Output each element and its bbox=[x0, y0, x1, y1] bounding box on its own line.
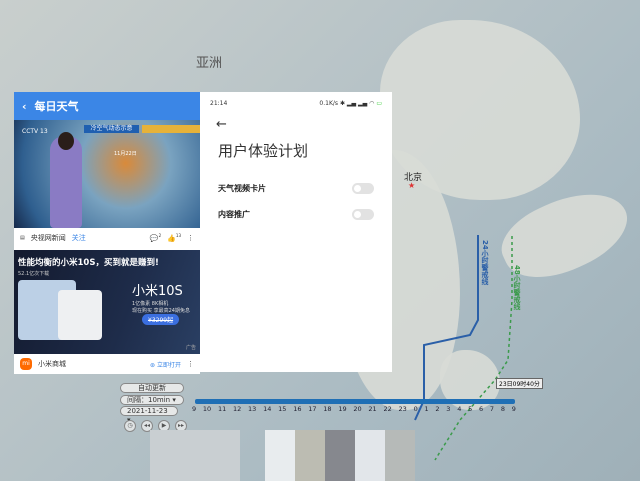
setting-label: 内容推广 bbox=[218, 209, 250, 219]
video-banner: 冷空气动态示意 bbox=[84, 125, 139, 133]
interval-value: 间隔：10min bbox=[127, 396, 171, 404]
setting-weather-video-card: 天气视频卡片 bbox=[218, 175, 374, 201]
ad-title: 性能均衡的小米10S，买到就是赚到! bbox=[18, 258, 159, 268]
setting-label: 天气视频卡片 bbox=[218, 183, 266, 193]
pixelated-block bbox=[385, 430, 415, 481]
presenter-figure bbox=[50, 132, 82, 228]
pixelated-block bbox=[150, 430, 240, 481]
source-logo-icon: ▤ bbox=[20, 235, 25, 241]
timeline-tick-label: 2 bbox=[435, 405, 440, 413]
timeline-tick-label: 3 bbox=[446, 405, 451, 413]
comment-icon[interactable]: 💬2 bbox=[150, 233, 161, 242]
ad-tag: 广告 bbox=[185, 345, 196, 351]
timeline-slider[interactable] bbox=[195, 399, 515, 404]
weather-app-screen: ‹ 每日天气 CCTV 13 冷空气动态示意 11月22日 ▤ 央视网新闻 关注… bbox=[14, 92, 200, 374]
pixelated-block bbox=[325, 430, 355, 481]
timeline-tick-label: 11 bbox=[217, 405, 227, 413]
timeline-tick-label: 0 bbox=[413, 405, 418, 413]
timeline-tick-label: 19 bbox=[338, 405, 347, 413]
follow-button[interactable]: 关注 bbox=[72, 233, 86, 243]
timeline-tick-label: 13 bbox=[248, 405, 257, 413]
date-value: 2021-11-23 bbox=[127, 407, 168, 415]
ad-line: 1亿像素 8K相机 bbox=[132, 301, 169, 307]
phone-image bbox=[58, 290, 102, 340]
timeline-tick-label: 14 bbox=[263, 405, 272, 413]
more-icon[interactable]: ⋮ bbox=[187, 234, 194, 242]
timeline-tick-label: 12 bbox=[233, 405, 242, 413]
timeline-tick-label: 4 bbox=[457, 405, 462, 413]
date-select[interactable]: 2021-11-23 ▾ bbox=[120, 406, 178, 424]
like-count: 13 bbox=[175, 233, 181, 239]
back-icon[interactable]: ‹ bbox=[22, 100, 27, 113]
ad-brand: 小米10S bbox=[132, 284, 183, 299]
timeline-tick-label: 16 bbox=[293, 405, 302, 413]
network-speed: 0.1K/s bbox=[319, 100, 339, 107]
open-button[interactable]: ⊛ 立即打开 bbox=[150, 360, 181, 369]
advertiser-row: mi 小米商城 ⊛ 立即打开 ⋮ bbox=[14, 354, 200, 374]
timeline-tick-label: 22 bbox=[383, 405, 392, 413]
timeline-tick-label: 9 bbox=[192, 405, 197, 413]
source-name[interactable]: 央视网新闻 bbox=[31, 233, 66, 243]
timeline-tick-label: 10 bbox=[202, 405, 212, 413]
ad-banner[interactable]: 性能均衡的小米10S，买到就是赚到! 52.1亿次下载 小米10S 1亿像素 8… bbox=[14, 250, 200, 354]
app-header: ‹ 每日天气 bbox=[14, 92, 200, 120]
back-arrow-icon[interactable]: ← bbox=[216, 117, 392, 132]
source-row: ▤ 央视网新闻 关注 💬2 👍13 ⋮ bbox=[14, 228, 200, 248]
advertiser-name: 小米商城 bbox=[38, 360, 66, 368]
settings-screen: 21:14 0.1K/s ✱ ▂▄ ▂▄ ◠ ▭ ← 用户体验计划 天气视频卡片… bbox=[200, 92, 392, 372]
timeline-tick-label: 7 bbox=[489, 405, 495, 413]
timeline-tick-label: 23 bbox=[398, 405, 407, 413]
weather-video[interactable]: CCTV 13 冷空气动态示意 11月22日 bbox=[14, 120, 200, 228]
header-title: 每日天气 bbox=[34, 100, 79, 113]
video-banner-accent bbox=[142, 125, 200, 133]
timeline-tick-label: 6 bbox=[479, 405, 484, 413]
timeline-tick-label: 1 bbox=[424, 405, 429, 413]
setting-content-promotion: 内容推广 bbox=[218, 201, 374, 227]
like-icon[interactable]: 👍13 bbox=[167, 233, 181, 242]
timeline-labels: 9 10 11 12 13 14 15 16 17 18 19 20 21 22 23 0 1 2 3 4 5 6 7 8 9 bbox=[192, 405, 516, 413]
ad-price: ¥3299起 bbox=[142, 314, 180, 325]
pixelated-block bbox=[355, 430, 385, 481]
pixelated-block bbox=[295, 430, 325, 481]
open-label: 立即打开 bbox=[156, 361, 181, 369]
mi-logo-icon: mi bbox=[20, 358, 32, 370]
timeline-tick-label: 17 bbox=[308, 405, 317, 413]
timeline-tick-label: 8 bbox=[500, 405, 505, 413]
auto-update-button[interactable]: 自动更新 bbox=[120, 383, 184, 393]
channel-logo: CCTV 13 bbox=[22, 128, 48, 135]
timeline-tick-label: 15 bbox=[278, 405, 287, 413]
timeline-tick-label: 5 bbox=[468, 405, 473, 413]
signal-icons: ✱ ▂▄ ▂▄ ◠ ▭ bbox=[339, 100, 382, 107]
ad-line: 现在购买 享最高24期免息 bbox=[132, 308, 190, 314]
comment-count: 2 bbox=[158, 233, 162, 239]
page-title: 用户体验计划 bbox=[218, 142, 309, 160]
pixelated-block bbox=[265, 430, 295, 481]
toggle-switch[interactable] bbox=[352, 182, 374, 194]
alert-24-label: 24小时警戒线 bbox=[481, 240, 489, 285]
clock-icon[interactable]: ◷ bbox=[124, 420, 136, 432]
interval-select[interactable]: 间隔：10min ▾ bbox=[120, 395, 184, 405]
timeline-tick-label: 9 bbox=[511, 405, 516, 413]
status-bar: 21:14 0.1K/s ✱ ▂▄ ▂▄ ◠ ▭ bbox=[200, 92, 392, 107]
timeline-tick-label: 18 bbox=[323, 405, 332, 413]
ad-subtitle: 52.1亿次下载 bbox=[18, 271, 50, 277]
timestamp-label: 23日09时40分 bbox=[496, 378, 543, 389]
timeline-tick-label: 21 bbox=[368, 405, 377, 413]
alert-48-label: 48小时警戒线 bbox=[513, 265, 521, 310]
timeline-tick-label: 20 bbox=[353, 405, 362, 413]
status-time: 21:14 bbox=[210, 100, 228, 107]
more-icon[interactable]: ⋮ bbox=[187, 360, 194, 368]
video-label: 11月22日 bbox=[114, 151, 137, 157]
toggle-switch[interactable] bbox=[352, 208, 374, 220]
